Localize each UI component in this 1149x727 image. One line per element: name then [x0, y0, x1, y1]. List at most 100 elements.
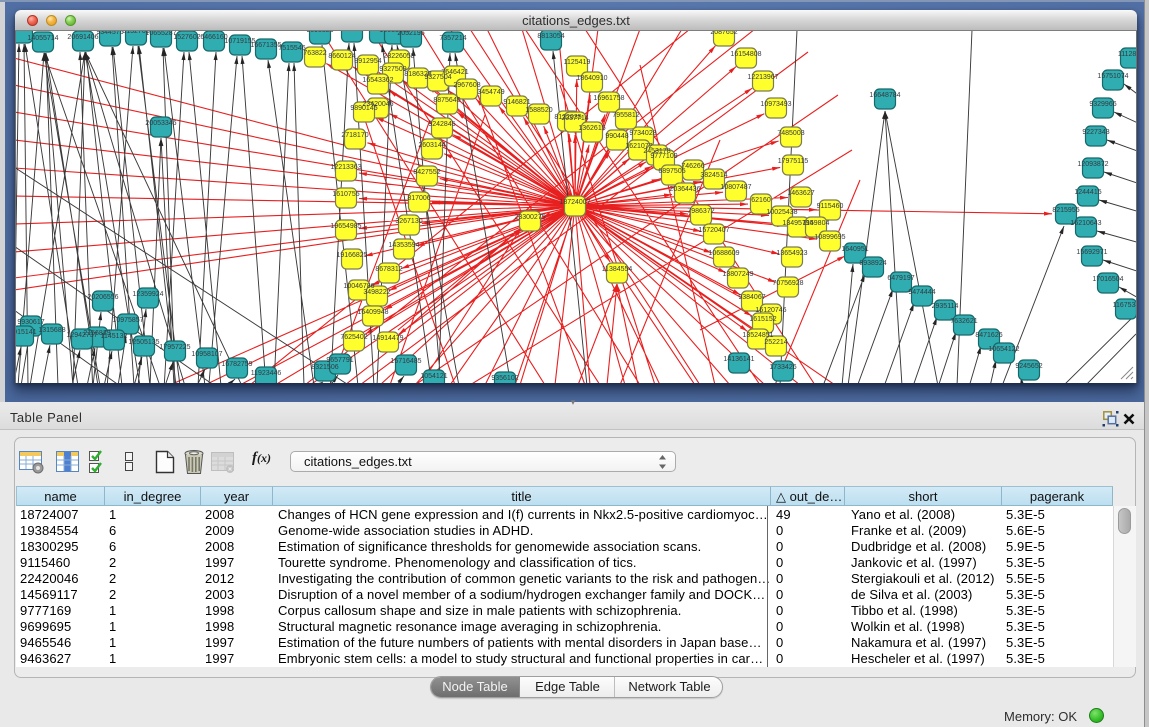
svg-text:763822: 763822 [303, 50, 326, 57]
svg-text:70756928: 70756928 [772, 280, 803, 287]
svg-text:8471626: 8471626 [975, 332, 1002, 339]
svg-text:1805362: 1805362 [16, 31, 36, 33]
svg-text:9356102: 9356102 [491, 375, 518, 382]
svg-text:8875645: 8875645 [433, 97, 460, 104]
svg-text:7986372: 7986372 [687, 208, 714, 215]
svg-text:252214: 252214 [764, 339, 787, 346]
svg-text:10899695: 10899695 [814, 234, 845, 241]
svg-text:9245652: 9245652 [1015, 363, 1042, 370]
svg-text:1244415: 1244415 [1074, 189, 1101, 196]
svg-text:2037714: 2037714 [561, 115, 588, 122]
svg-text:2052195: 2052195 [397, 31, 424, 37]
svg-text:10807487: 10807487 [720, 184, 751, 191]
svg-text:9242845: 9242845 [428, 121, 455, 128]
svg-text:9474444: 9474444 [908, 289, 935, 296]
svg-text:2718170: 2718170 [341, 132, 368, 139]
svg-text:8938924: 8938924 [859, 260, 886, 267]
svg-text:9327509: 9327509 [379, 66, 406, 73]
svg-text:23226058: 23226058 [383, 53, 414, 60]
svg-text:62160: 62160 [751, 197, 771, 204]
svg-text:20053346: 20053346 [145, 120, 176, 127]
svg-text:3498222: 3498222 [363, 289, 390, 296]
svg-text:20691406: 20691406 [67, 34, 98, 41]
svg-text:14055714: 14055714 [27, 35, 58, 42]
svg-text:9777109: 9777109 [650, 153, 677, 160]
svg-text:8678312: 8678312 [375, 266, 402, 273]
svg-text:1315688: 1315688 [38, 327, 65, 334]
svg-text:1125419: 1125419 [564, 59, 591, 66]
svg-text:6897505: 6897505 [658, 168, 685, 175]
svg-text:10958107: 10958107 [191, 351, 222, 358]
svg-text:12942737: 12942737 [66, 332, 97, 339]
svg-text:8813054: 8813054 [537, 33, 564, 40]
svg-text:1167534: 1167534 [1113, 302, 1136, 309]
svg-text:9890145: 9890145 [350, 105, 377, 112]
svg-text:1610755: 1610755 [332, 191, 359, 198]
svg-text:16961758: 16961758 [593, 95, 624, 102]
svg-text:18640910: 18640910 [576, 75, 607, 82]
svg-text:13807249: 13807249 [722, 271, 753, 278]
svg-text:10688609: 10688609 [708, 250, 739, 257]
svg-text:990448: 990448 [605, 133, 628, 140]
svg-text:8321506: 8321506 [311, 364, 338, 371]
svg-text:17975115: 17975115 [778, 158, 809, 165]
svg-text:19166825: 19166825 [336, 252, 367, 259]
svg-text:17016504: 17016504 [1092, 276, 1123, 283]
svg-text:13524851: 13524851 [742, 332, 773, 339]
svg-text:7357214: 7357214 [439, 35, 466, 42]
svg-text:12213967: 12213967 [747, 74, 778, 81]
svg-text:1733426: 1733426 [769, 364, 796, 371]
svg-text:2087652: 2087652 [710, 31, 737, 36]
svg-text:1362615: 1362615 [578, 125, 605, 132]
svg-text:16543362: 16543362 [362, 77, 393, 84]
svg-text:20364436: 20364436 [669, 186, 700, 193]
svg-text:1145132: 1145132 [101, 333, 128, 340]
svg-text:1588520: 1588520 [525, 107, 552, 114]
svg-text:2967608: 2967608 [453, 82, 480, 89]
svg-text:10975857: 10975857 [112, 317, 143, 324]
svg-text:9344575: 9344575 [96, 31, 123, 36]
svg-text:14353594: 14353594 [388, 242, 419, 249]
svg-text:9384067: 9384067 [738, 294, 765, 301]
svg-text:12093872: 12093872 [1077, 161, 1108, 168]
svg-text:12213363: 12213363 [330, 164, 361, 171]
svg-text:7625402: 7625402 [340, 334, 367, 341]
svg-text:10973493: 10973493 [760, 101, 791, 108]
svg-text:11384554: 11384554 [602, 266, 633, 273]
svg-text:7515546: 7515546 [278, 45, 305, 52]
svg-text:7485003: 7485003 [777, 130, 804, 137]
svg-text:9146821: 9146821 [503, 99, 530, 106]
svg-text:16120746: 16120746 [755, 307, 786, 314]
svg-text:17957225: 17957225 [159, 344, 190, 351]
svg-text:7632621: 7632621 [950, 318, 977, 325]
svg-text:12359924: 12359924 [132, 291, 163, 298]
svg-text:9115460: 9115460 [817, 203, 844, 210]
svg-text:3454749: 3454749 [477, 89, 504, 96]
svg-text:16671355: 16671355 [250, 42, 281, 49]
svg-text:2935114: 2935114 [932, 303, 959, 310]
svg-text:1527602: 1527602 [173, 34, 200, 41]
svg-text:3915141: 3915141 [16, 329, 37, 336]
svg-text:6479197: 6479197 [887, 275, 914, 282]
svg-text:3824514: 3824514 [700, 172, 727, 179]
svg-text:1463627: 1463627 [787, 190, 814, 197]
svg-text:1640951: 1640951 [841, 246, 868, 253]
svg-text:8912954: 8912954 [354, 58, 381, 65]
svg-text:8660124: 8660124 [328, 53, 355, 60]
svg-text:8215955: 8215955 [1052, 207, 1079, 214]
svg-text:16154808: 16154808 [730, 51, 761, 58]
svg-text:3267130: 3267130 [395, 218, 422, 225]
svg-text:9329966: 9329966 [1089, 101, 1116, 108]
svg-text:13654923: 13654923 [776, 250, 807, 257]
svg-text:10853257: 10853257 [336, 31, 367, 32]
svg-text:10655287: 10655287 [145, 31, 176, 37]
svg-text:16210643: 16210643 [1070, 220, 1101, 227]
svg-text:9930617: 9930617 [17, 319, 44, 326]
svg-text:7646421: 7646421 [441, 69, 468, 76]
svg-text:9227343: 9227343 [1082, 129, 1109, 136]
svg-text:19654985: 19654985 [330, 223, 361, 230]
svg-text:16782759: 16782759 [221, 361, 252, 368]
svg-text:12505135: 12505135 [128, 339, 159, 346]
svg-text:23300275: 23300275 [514, 214, 545, 221]
svg-text:2603144: 2603144 [418, 142, 445, 149]
